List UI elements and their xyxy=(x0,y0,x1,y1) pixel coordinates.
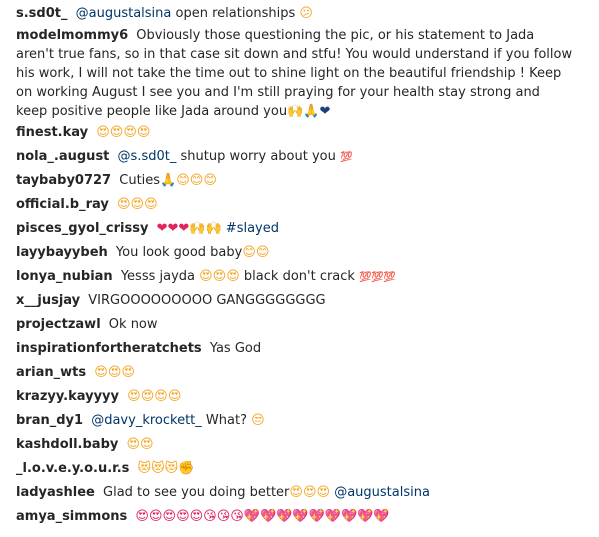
comment-username[interactable]: kashdoll.baby xyxy=(16,437,118,452)
comment-username[interactable]: modelmommy6 xyxy=(16,28,128,43)
comment-username[interactable]: projectzawl xyxy=(16,317,101,332)
heart-eyes-icon: 😍😍😍😍😍😘😘😘💖💖💖💖💖💖💖💖💖 xyxy=(135,509,390,524)
red-heart-icon: ❤❤❤🙌🙌 xyxy=(156,221,222,236)
smiling-face-icon: 😊😊 xyxy=(242,245,270,260)
comment-mention[interactable]: @s.sd0t_ xyxy=(118,149,177,164)
comment-text: shutup worry about you xyxy=(176,149,340,164)
comment-text: Yesss jayda xyxy=(120,269,200,284)
comment: pisces_gyol_crissy ❤❤❤🙌🙌 #slayed xyxy=(16,219,576,239)
comment-mention[interactable]: @davy_krockett_ xyxy=(91,413,202,428)
comment: taybaby0727 Cuties🙏😊😊😊 xyxy=(16,171,576,191)
comment: projectzawl Ok now xyxy=(16,315,576,335)
confused-face-icon: 😕 xyxy=(299,6,313,21)
comment: ladyashlee Glad to see you doing better😍… xyxy=(16,483,576,503)
comment-username[interactable]: ladyashlee xyxy=(16,485,95,500)
comment: lonya_nubian Yesss jayda 😍😍😍 black don't… xyxy=(16,267,576,288)
comment: layybayybeh You look good baby😊😊 xyxy=(16,243,576,263)
raised-hands-icon: 🙌🙏❤ xyxy=(287,104,331,119)
comment: finest.kay 😍😍😍😍 xyxy=(16,123,576,143)
comment-username[interactable]: x__jusjay xyxy=(16,293,80,308)
heart-eyes-icon: 😍😍😍 xyxy=(199,269,240,284)
comment-username[interactable]: official.b_ray xyxy=(16,197,109,212)
comment-text: VIRGOOOOOOOOO GANGGGGGGGG xyxy=(88,293,326,308)
comment-text: Yas God xyxy=(209,341,262,356)
comment: arian_wts 😍😍😍 xyxy=(16,363,576,383)
comment-username[interactable]: inspirationfortheratchets xyxy=(16,341,202,356)
comment: x__jusjay VIRGOOOOOOOOO GANGGGGGGGG xyxy=(16,291,576,311)
comment: krazyy.kayyyy 😍😍😍😍 xyxy=(16,387,576,407)
comment-text: open relationships xyxy=(171,6,296,21)
comment-text-2: black don't crack xyxy=(239,269,360,284)
comment-text: Glad to see you doing better xyxy=(103,485,290,500)
comment-username[interactable]: layybayybeh xyxy=(16,245,108,260)
comment: nola_.august @s.sd0t_ shutup worry about… xyxy=(16,147,576,168)
comment-text: You look good baby xyxy=(115,245,243,260)
comment-text: Ok now xyxy=(108,317,158,332)
comment-username[interactable]: arian_wts xyxy=(16,365,86,380)
heart-eyes-icon: 😍😍😍😍 xyxy=(127,389,182,404)
heart-eyes-cat-icon: 😻😻😻✊ xyxy=(137,461,195,476)
hundred-points-icon: 💯💯💯 xyxy=(359,272,395,283)
heart-eyes-icon: 😍😍😍 xyxy=(116,197,158,212)
comment-text: Cuties xyxy=(119,173,161,188)
comment-username[interactable]: krazyy.kayyyy xyxy=(16,389,119,404)
comment: s.sd0t_ @augustalsina open relationships… xyxy=(16,4,576,24)
comment-username[interactable]: pisces_gyol_crissy xyxy=(16,221,148,236)
comment-list: s.sd0t_ @augustalsina open relationships… xyxy=(0,0,599,537)
comment: kashdoll.baby 😍😍 xyxy=(16,435,576,455)
comment-mention[interactable]: @augustalsina xyxy=(76,6,172,21)
comment-username[interactable]: _l.o.v.e.y.o.u.r.s xyxy=(16,461,129,476)
comment-text: What? xyxy=(201,413,252,428)
comment: amya_simmons 😍😍😍😍😍😘😘😘💖💖💖💖💖💖💖💖💖 xyxy=(16,507,576,527)
unamused-face-icon: 😒 xyxy=(251,413,265,428)
comment-username[interactable]: nola_.august xyxy=(16,149,109,164)
heart-eyes-icon: 😍😍😍 xyxy=(94,365,135,380)
comment: bran_dy1 @davy_krockett_ What? 😒 xyxy=(16,411,576,431)
comment-username[interactable]: bran_dy1 xyxy=(16,413,83,428)
comment-username[interactable]: finest.kay xyxy=(16,125,88,140)
comment-username[interactable]: lonya_nubian xyxy=(16,269,113,284)
comment-username[interactable]: amya_simmons xyxy=(16,509,127,524)
hundred-points-icon: 💯 xyxy=(340,152,352,163)
comment: _l.o.v.e.y.o.u.r.s 😻😻😻✊ xyxy=(16,459,576,479)
heart-eyes-icon: 😍😍 xyxy=(126,437,154,452)
hashtag-link[interactable]: #slayed xyxy=(226,221,279,236)
heart-eyes-icon: 😍😍😍 xyxy=(289,485,331,500)
comment: inspirationfortheratchets Yas God xyxy=(16,339,576,359)
comment: modelmommy6 Obviously those questioning … xyxy=(16,26,574,121)
comment: official.b_ray 😍😍😍 xyxy=(16,195,576,215)
heart-eyes-icon: 😍😍😍😍 xyxy=(96,125,151,140)
comment-mention[interactable]: @augustalsina xyxy=(334,485,430,500)
comment-username[interactable]: taybaby0727 xyxy=(16,173,111,188)
praying-hands-icon: 🙏😊😊😊 xyxy=(160,173,217,188)
comment-username[interactable]: s.sd0t_ xyxy=(16,6,67,21)
